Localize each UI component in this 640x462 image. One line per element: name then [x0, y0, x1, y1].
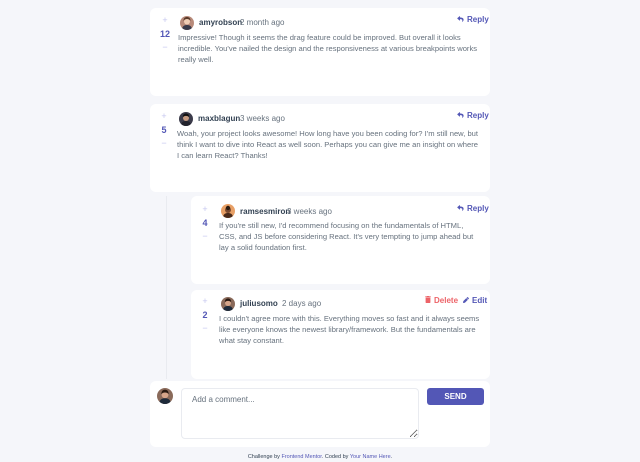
username[interactable]: maxblagun — [198, 114, 240, 124]
reply-icon — [457, 15, 464, 25]
upvote-button[interactable]: + — [161, 111, 166, 122]
downvote-button[interactable]: − — [202, 231, 207, 242]
reply-button[interactable]: Reply — [457, 15, 489, 25]
timestamp: 3 weeks ago — [287, 207, 332, 216]
delete-icon — [425, 296, 431, 306]
username[interactable]: ramsesmiron — [240, 207, 290, 217]
delete-button[interactable]: Delete — [425, 296, 458, 306]
attribution-suffix: . — [390, 454, 393, 460]
upvote-button[interactable]: + — [162, 15, 167, 26]
comment-card: + 5 − maxblagun 3 weeks ago Reply Woah, … — [150, 104, 490, 192]
reply-icon — [457, 111, 464, 121]
downvote-button[interactable]: − — [202, 323, 207, 334]
vote-control: + 5 − — [156, 111, 172, 149]
edit-button[interactable]: Edit — [463, 296, 487, 306]
comment-text: Woah, your project looks awesome! How lo… — [177, 129, 479, 161]
vote-control: + 4 − — [197, 204, 213, 242]
attribution: Challenge by Frontend Mentor. Coded by Y… — [0, 454, 640, 461]
reply-button[interactable]: Reply — [457, 204, 489, 214]
vote-control: + 12 − — [157, 15, 173, 53]
avatar — [180, 16, 194, 30]
reply-card: + 4 − ramsesmiron 3 weeks ago Reply If y… — [191, 196, 490, 284]
timestamp: 2 days ago — [282, 299, 322, 308]
vote-control: + 2 − — [197, 296, 213, 334]
attribution-mid: . Coded by — [321, 454, 349, 460]
comment-text: Impressive! Though it seems the drag fea… — [178, 33, 478, 65]
comment-card: + 12 − amyrobson 2 month ago Reply Impre… — [150, 8, 490, 96]
frontend-mentor-link[interactable]: Frontend Mentor — [281, 454, 321, 460]
username[interactable]: juliusomo — [240, 299, 278, 309]
reply-label: Reply — [467, 15, 489, 24]
upvote-button[interactable]: + — [202, 296, 207, 307]
author-link[interactable]: Your Name Here — [350, 454, 391, 460]
send-button[interactable]: SEND — [427, 388, 484, 405]
downvote-button[interactable]: − — [161, 138, 166, 149]
current-user-avatar — [157, 388, 173, 404]
timestamp: 2 month ago — [240, 18, 285, 27]
new-comment-card: SEND — [150, 381, 490, 447]
comment-input[interactable] — [181, 388, 419, 439]
reply-icon — [457, 204, 464, 214]
username[interactable]: amyrobson — [199, 18, 242, 28]
delete-label: Delete — [434, 296, 459, 305]
attribution-prefix: Challenge by — [247, 454, 280, 460]
upvote-button[interactable]: + — [202, 204, 207, 215]
comment-text: If you're still new, I'd recommend focus… — [219, 221, 474, 253]
avatar — [179, 112, 193, 126]
score: 12 — [159, 29, 170, 39]
score: 4 — [202, 218, 208, 228]
reply-label: Reply — [467, 111, 489, 120]
edit-label: Edit — [472, 296, 488, 305]
reply-thread-line — [166, 196, 167, 379]
reply-card: + 2 − juliusomo 2 days ago Delete Edit I… — [191, 290, 490, 379]
edit-icon — [463, 296, 469, 306]
timestamp: 3 weeks ago — [240, 114, 285, 123]
reply-button[interactable]: Reply — [457, 111, 489, 121]
comment-text: I couldn't agree more with this. Everyth… — [219, 314, 480, 346]
score: 2 — [202, 310, 208, 320]
avatar — [221, 297, 235, 311]
avatar — [221, 204, 235, 218]
downvote-button[interactable]: − — [162, 42, 167, 53]
reply-label: Reply — [467, 204, 489, 213]
score: 5 — [161, 125, 167, 135]
